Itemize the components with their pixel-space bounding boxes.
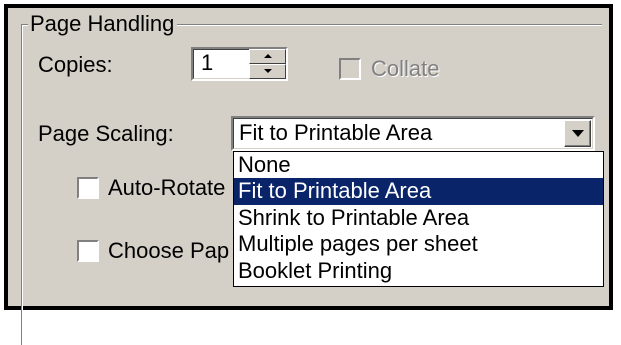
page-scaling-dropdown-button[interactable] [564,120,591,147]
dropdown-option-multiple-pages-per-sheet[interactable]: Multiple pages per sheet [234,231,603,257]
page-scaling-value: Fit to Printable Area [239,120,433,145]
choose-paper-checkbox[interactable] [77,240,99,262]
copies-spinner[interactable] [249,49,286,79]
arrow-down-icon [264,69,272,73]
page-scaling-label: Page Scaling: [38,121,174,146]
copies-label: Copies: [38,52,113,77]
auto-rotate-checkbox[interactable] [77,177,99,199]
arrow-up-icon [264,54,272,58]
copies-value: 1 [201,50,214,75]
choose-paper-label: Choose Pap [108,238,230,263]
page-handling-title: Page Handling [28,12,178,36]
copies-increment-button[interactable] [249,49,286,64]
dialog-frame: Page Handling Copies: 1 Collate Page Sca… [4,4,613,345]
page-scaling-dropdown-list: None Fit to Printable Area Shrink to Pri… [233,151,604,287]
dropdown-option-shrink-to-printable-area[interactable]: Shrink to Printable Area [234,205,603,231]
dropdown-option-none[interactable]: None [234,152,603,178]
copies-decrement-button[interactable] [249,64,286,79]
auto-rotate-label: Auto-Rotate [108,175,226,200]
collate-label: Collate [371,56,440,81]
collate-checkbox[interactable] [339,58,361,80]
chevron-down-icon [572,130,584,137]
dropdown-option-fit-to-printable-area[interactable]: Fit to Printable Area [234,178,603,205]
dropdown-option-booklet-printing[interactable]: Booklet Printing [234,258,603,284]
page-scaling-select[interactable]: Fit to Printable Area [231,116,595,151]
